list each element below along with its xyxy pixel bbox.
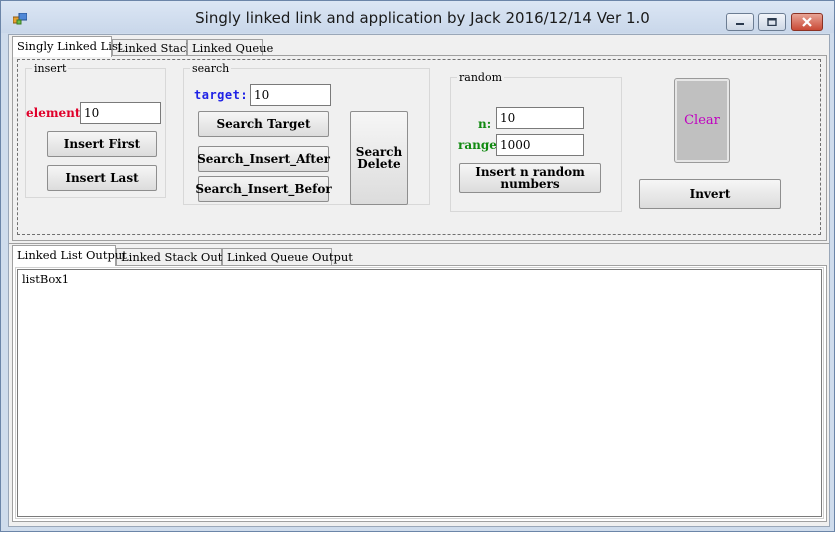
insert-group-title: insert [34, 62, 67, 75]
singly-linked-list-page: insert element: Insert First Insert Last… [12, 55, 827, 241]
output-tab-strip: Linked List Output Linked Stack Output L… [12, 245, 353, 266]
tab-linked-queue[interactable]: Linked Queue [187, 39, 273, 56]
top-tab-strip: Singly Linked List Linked Stack Linked Q… [12, 36, 312, 57]
search-group-title: search [192, 62, 230, 75]
tab-linked-queue-output[interactable]: Linked Queue Output [222, 248, 353, 265]
element-input[interactable] [80, 102, 161, 124]
range-input[interactable] [496, 134, 584, 156]
output-listbox[interactable]: listBox1 [15, 267, 824, 519]
search-delete-label-2: Delete [357, 157, 401, 171]
element-label: element: [26, 106, 85, 120]
tab-singly-linked-list[interactable]: Singly Linked List [12, 36, 123, 57]
search-insert-after-button[interactable]: Search_Insert_After [197, 146, 330, 172]
listbox-placeholder: listBox1 [22, 272, 70, 286]
maximize-button[interactable] [758, 13, 786, 31]
random-group-title: random [459, 71, 502, 84]
minimize-button[interactable] [726, 13, 754, 31]
tab-linked-stack-output[interactable]: Linked Stack Output [116, 248, 242, 265]
insert-last-button[interactable]: Insert Last [47, 165, 157, 191]
insert-random-button[interactable]: Insert n random numbers [459, 163, 601, 193]
n-input[interactable] [496, 107, 584, 129]
range-label: range: [458, 138, 502, 152]
close-icon [802, 17, 812, 27]
client-area: Singly Linked List Linked Stack Linked Q… [8, 34, 830, 527]
search-target-button[interactable]: Search Target [198, 111, 329, 137]
close-button[interactable] [791, 13, 823, 31]
n-label: n: [478, 117, 492, 131]
target-input[interactable] [250, 84, 331, 106]
search-insert-before-button[interactable]: Search_Insert_Befor [195, 176, 332, 202]
minimize-icon [736, 23, 744, 25]
insert-random-label-2: numbers [500, 177, 560, 191]
window-title: Singly linked link and application by Ja… [195, 9, 650, 27]
clear-button[interactable]: Clear [674, 78, 730, 163]
linked-list-output-page: listBox1 [12, 265, 827, 522]
tab-linked-stack[interactable]: Linked Stack [112, 39, 193, 56]
target-label: target: [194, 88, 249, 102]
title-bar[interactable]: Singly linked link and application by Ja… [1, 1, 834, 33]
search-delete-button[interactable]: Search Delete [350, 111, 408, 205]
tab-linked-list-output[interactable]: Linked List Output [12, 245, 127, 266]
main-window: Singly linked link and application by Ja… [0, 0, 835, 532]
insert-first-button[interactable]: Insert First [47, 131, 157, 157]
maximize-icon [767, 18, 777, 26]
invert-button[interactable]: Invert [639, 179, 781, 209]
